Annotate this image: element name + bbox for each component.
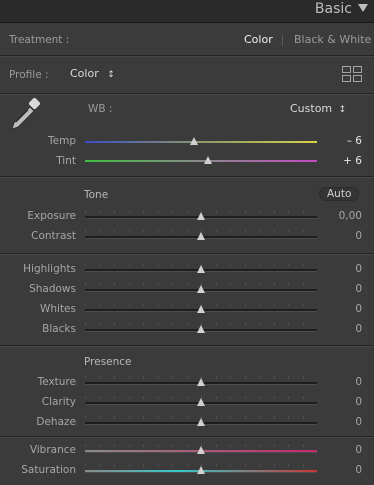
texture-value[interactable]: 0 (322, 376, 362, 388)
saturation-value[interactable]: 0 (322, 464, 362, 476)
temp-value[interactable]: – 6 (322, 135, 362, 147)
blacks-label: Blacks (42, 323, 76, 335)
presence-section-title: Presence (84, 356, 132, 368)
profile-dropdown[interactable]: Color ↕ (70, 67, 115, 80)
tint-value[interactable]: + 6 (322, 155, 362, 167)
highlights-label: Highlights (23, 263, 76, 275)
clarity-label: Clarity (41, 396, 76, 408)
wb-dropdown[interactable]: Custom ↕ (290, 102, 346, 115)
blacks-value[interactable]: 0 (322, 323, 362, 335)
separator (0, 253, 374, 254)
tint-label: Tint (56, 155, 76, 167)
profile-grid-icon[interactable] (342, 66, 362, 82)
dehaze-thumb[interactable] (197, 418, 205, 426)
vibrance-label: Vibrance (29, 444, 76, 456)
highlights-value[interactable]: 0 (322, 263, 362, 275)
blacks-thumb[interactable] (197, 325, 205, 333)
panel-header[interactable]: Basic (0, 0, 374, 23)
exposure-value[interactable]: 0,00 (322, 210, 362, 222)
vibrance-value[interactable]: 0 (322, 444, 362, 456)
clarity-thumb[interactable] (197, 398, 205, 406)
saturation-thumb[interactable] (197, 466, 205, 474)
vibrance-thumb[interactable] (197, 446, 205, 454)
collapse-triangle-icon[interactable] (358, 4, 368, 12)
shadows-label: Shadows (29, 283, 76, 295)
tone-section-title: Tone (84, 189, 109, 201)
separator (0, 55, 374, 56)
temp-thumb[interactable] (190, 137, 198, 145)
panel-title: Basic (314, 1, 352, 17)
auto-tone-button[interactable]: Auto (319, 187, 360, 201)
temp-track[interactable] (85, 141, 317, 143)
contrast-thumb[interactable] (197, 232, 205, 240)
shadows-value[interactable]: 0 (322, 283, 362, 295)
profile-value: Color (70, 67, 99, 80)
highlights-thumb[interactable] (197, 265, 205, 273)
contrast-value[interactable]: 0 (322, 230, 362, 242)
treatment-color-option[interactable]: Color (244, 33, 273, 46)
clarity-value[interactable]: 0 (322, 396, 362, 408)
texture-thumb[interactable] (197, 378, 205, 386)
tint-thumb[interactable] (204, 156, 212, 164)
dehaze-label: Dehaze (36, 416, 76, 428)
wb-label: WB : (88, 103, 113, 115)
shadows-thumb[interactable] (197, 285, 205, 293)
treatment-divider (282, 35, 283, 46)
wb-value: Custom (290, 102, 333, 115)
temp-label: Temp (48, 135, 76, 147)
wb-chevron-icon: ↕ (338, 105, 347, 115)
eyedropper-icon[interactable] (8, 97, 42, 133)
texture-label: Texture (37, 376, 76, 388)
whites-value[interactable]: 0 (322, 303, 362, 315)
exposure-thumb[interactable] (197, 212, 205, 220)
whites-label: Whites (39, 303, 76, 315)
separator (0, 436, 374, 437)
profile-chevron-icon: ↕ (107, 70, 115, 80)
treatment-label: Treatment : (9, 34, 70, 46)
separator (0, 345, 374, 346)
separator (0, 93, 374, 94)
treatment-bw-option[interactable]: Black & White (294, 33, 371, 46)
whites-thumb[interactable] (197, 305, 205, 313)
contrast-label: Contrast (31, 230, 76, 242)
separator (0, 176, 374, 177)
exposure-label: Exposure (27, 210, 76, 222)
saturation-label: Saturation (21, 464, 76, 476)
tint-track[interactable] (85, 160, 317, 162)
dehaze-value[interactable]: 0 (322, 416, 362, 428)
profile-label: Profile : (9, 69, 49, 81)
